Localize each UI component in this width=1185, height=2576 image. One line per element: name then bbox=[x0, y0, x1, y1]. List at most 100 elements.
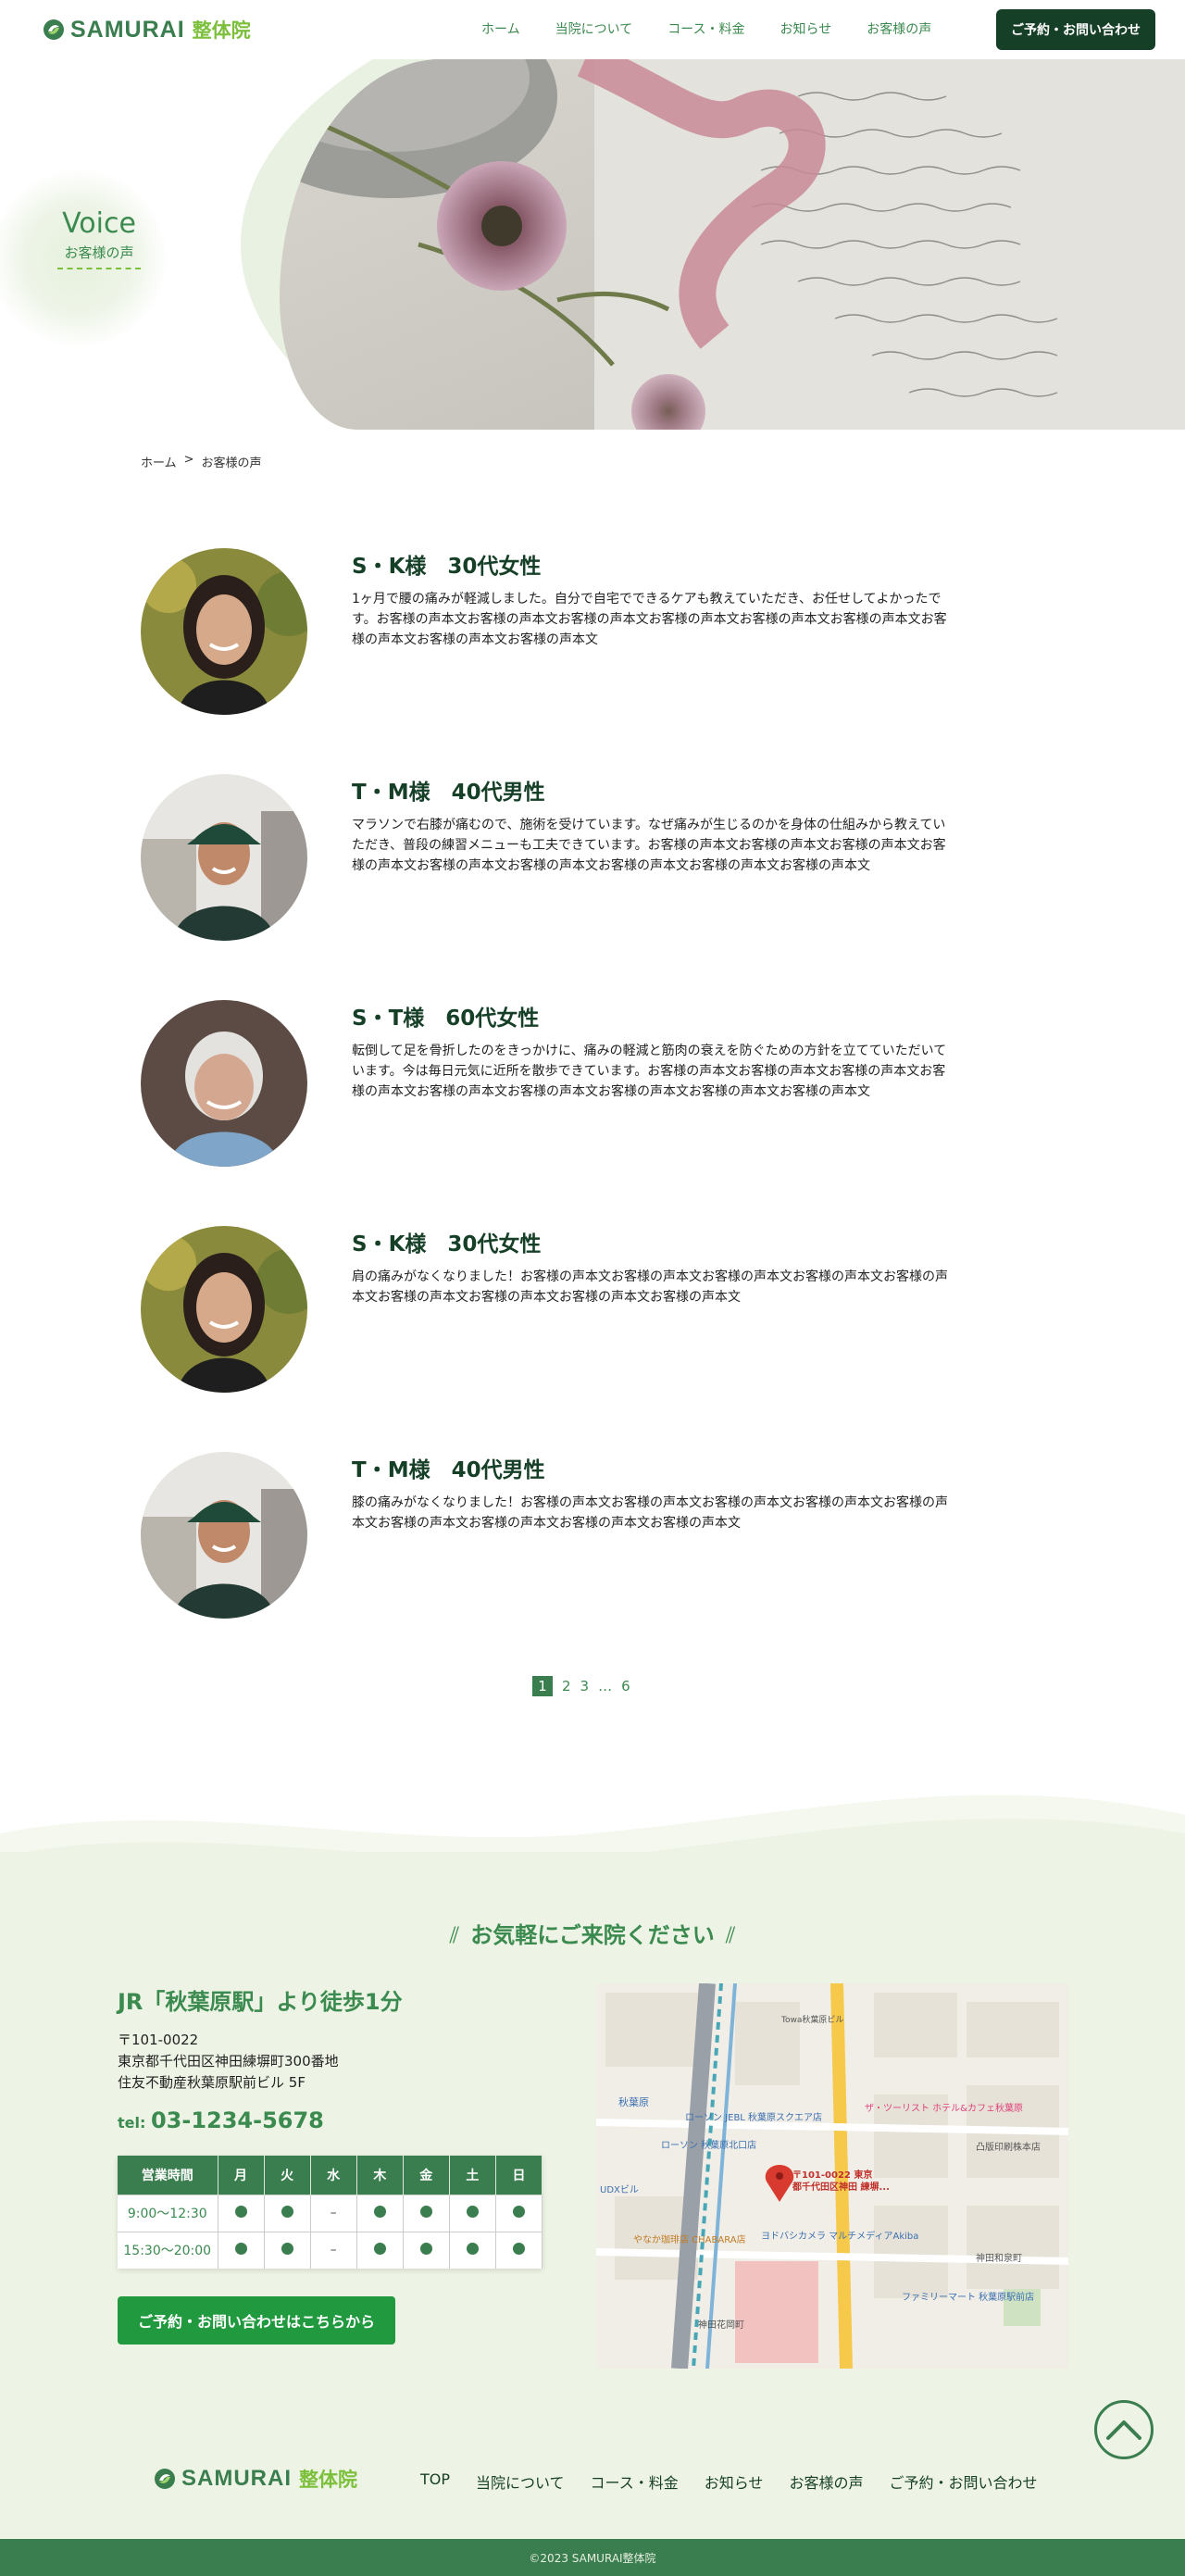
day-header: 水 bbox=[310, 2156, 357, 2195]
main-nav: ホーム 当院について コース・料金 お知らせ お客様の声 bbox=[481, 19, 967, 41]
page-link-last[interactable]: 6 bbox=[621, 1678, 630, 1694]
breadcrumb-current: お客様の声 bbox=[201, 456, 262, 470]
contact-title: お気軽にご来院ください bbox=[470, 1922, 715, 1948]
phone[interactable]: tel: 03-1234-5678 bbox=[118, 2107, 324, 2133]
hours-row: 15:30〜20:00 – bbox=[118, 2231, 543, 2269]
voice-text: 1ヶ月で腰の痛みが軽減しました。自分で自宅でできるケアも教えていただき、お任せし… bbox=[352, 592, 947, 647]
voice-text: 転倒して足を骨折したのをきっかけに、痛みの軽減と筋肉の衰えを防ぐための方針を立て… bbox=[352, 1044, 947, 1099]
map-label: ヨドバシカメラ マルチメディアAkiba bbox=[761, 2230, 918, 2242]
voice-text: 膝の痛みがなくなりました！お客様の声本文お客様の声本文お客様の声本文お客様の声本… bbox=[352, 1495, 948, 1531]
page-top-button[interactable] bbox=[1094, 2400, 1154, 2459]
map-label: ローソン 秋葉原北口店 bbox=[661, 2139, 756, 2151]
samurai-logo-icon bbox=[44, 19, 64, 40]
chevron-up-icon bbox=[1106, 2420, 1141, 2440]
slash-deco-icon: ⫽ bbox=[725, 1922, 736, 1948]
day-header: 月 bbox=[218, 2156, 265, 2195]
hours-header-row: 営業時間 月 火 水 木 金 土 日 bbox=[118, 2156, 543, 2195]
access-map[interactable]: 秋葉原 ローソン JEBL 秋葉原スクエア店 ローソン 秋葉原北口店 ザ・ツーリ… bbox=[596, 1983, 1068, 2369]
footer-nav-top[interactable]: TOP bbox=[420, 2470, 450, 2493]
reserve-button[interactable]: ご予約・お問い合わせ bbox=[996, 9, 1155, 50]
nav-about[interactable]: 当院について bbox=[555, 19, 633, 41]
page-link[interactable]: 2 bbox=[562, 1678, 571, 1694]
contact-button[interactable]: ご予約・お問い合わせはこちらから bbox=[118, 2296, 395, 2345]
logo-text: SAMURAI bbox=[181, 2466, 292, 2491]
customer-photo bbox=[141, 1226, 307, 1393]
day-header: 木 bbox=[356, 2156, 404, 2195]
voice-item: S・K様 30代女性 肩の痛みがなくなりました！お客様の声本文お客様の声本文お客… bbox=[141, 1226, 974, 1393]
time-slot: 9:00〜12:30 bbox=[118, 2194, 218, 2232]
tel-number[interactable]: 03-1234-5678 bbox=[151, 2107, 324, 2133]
voice-item: T・M様 40代男性 膝の痛みがなくなりました！お客様の声本文お客様の声本文お客… bbox=[141, 1452, 974, 1619]
address: 〒101-0022 東京都千代田区神田練塀町300番地 住友不動産秋葉原駅前ビル… bbox=[118, 2030, 339, 2094]
hours-row: 9:00〜12:30 – bbox=[118, 2194, 543, 2232]
breadcrumb: ホーム > お客様の声 bbox=[141, 453, 262, 470]
time-slot: 15:30〜20:00 bbox=[118, 2231, 218, 2269]
voice-item: S・K様 30代女性 1ヶ月で腰の痛みが軽減しました。自分で自宅でできるケアも教… bbox=[141, 548, 974, 715]
map-pin-label: 都千代田区神田 練塀... bbox=[792, 2181, 890, 2193]
site-logo[interactable]: SAMURAI 整体院 bbox=[43, 17, 251, 43]
day-header: 火 bbox=[264, 2156, 311, 2195]
day-header: 金 bbox=[403, 2156, 450, 2195]
voice-item: T・M様 40代男性 マラソンで右膝が痛むので、施術を受けています。なぜ痛みが生… bbox=[141, 774, 974, 941]
open-mark-icon bbox=[512, 2205, 525, 2218]
day-header: 土 bbox=[449, 2156, 496, 2195]
map-label: ファミリーマート 秋葉原駅前店 bbox=[902, 2291, 1034, 2303]
page-heading: Voice お客様の声 bbox=[57, 207, 141, 269]
open-mark-icon bbox=[373, 2242, 386, 2255]
map-pin-label: 〒101-0022 東京 bbox=[792, 2169, 872, 2181]
footer-nav-voice[interactable]: お客様の声 bbox=[789, 2470, 863, 2493]
footer-logo[interactable]: SAMURAI 整体院 bbox=[154, 2465, 357, 2493]
contact-heading: ⫽ お気軽にご来院ください ⫽ bbox=[0, 1917, 1185, 1949]
nav-news[interactable]: お知らせ bbox=[780, 19, 832, 41]
footer-nav-about[interactable]: 当院について bbox=[476, 2470, 565, 2493]
breadcrumb-separator: > bbox=[183, 453, 194, 467]
map-canvas: 秋葉原 ローソン JEBL 秋葉原スクエア店 ローソン 秋葉原北口店 ザ・ツーリ… bbox=[596, 1983, 1068, 2369]
footer-nav-course[interactable]: コース・料金 bbox=[591, 2470, 679, 2493]
hero-image bbox=[280, 59, 1185, 430]
map-label: やなか珈琲店 CHABARA店 bbox=[633, 2233, 746, 2245]
open-mark-icon bbox=[466, 2242, 479, 2255]
customer-photo bbox=[141, 548, 307, 715]
voice-name: S・K様 30代女性 bbox=[352, 1232, 542, 1257]
day-header: 日 bbox=[495, 2156, 543, 2195]
letter-flower-photo bbox=[280, 59, 1185, 430]
voice-item: S・T様 60代女性 転倒して足を骨折したのをきっかけに、痛みの軽減と筋肉の衰え… bbox=[141, 1000, 974, 1167]
map-label: 神田花岡町 bbox=[698, 2319, 744, 2331]
breadcrumb-home[interactable]: ホーム bbox=[141, 453, 177, 470]
open-mark-icon bbox=[419, 2242, 432, 2255]
samurai-logo-icon bbox=[155, 2469, 175, 2489]
customer-photo bbox=[141, 774, 307, 941]
map-label: UDXビル bbox=[600, 2184, 639, 2195]
voice-name: S・K様 30代女性 bbox=[352, 555, 542, 579]
voice-text: マラソンで右膝が痛むので、施術を受けています。なぜ痛みが生じるのかを身体の仕組み… bbox=[352, 818, 946, 873]
business-hours-table: 営業時間 月 火 水 木 金 土 日 9:00〜12:30 – 15:30〜20… bbox=[118, 2156, 543, 2269]
open-mark-icon bbox=[281, 2205, 293, 2218]
open-mark-icon bbox=[419, 2205, 432, 2218]
map-label: 秋葉原 bbox=[618, 2095, 649, 2108]
nav-voice[interactable]: お客様の声 bbox=[867, 19, 931, 41]
footer-nav-contact[interactable]: ご予約・お問い合わせ bbox=[889, 2470, 1037, 2493]
footer-nav-news[interactable]: お知らせ bbox=[705, 2470, 764, 2493]
footer-nav: TOP 当院について コース・料金 お知らせ お客様の声 ご予約・お問い合わせ bbox=[420, 2470, 1063, 2493]
nav-home[interactable]: ホーム bbox=[481, 19, 520, 41]
page-title-en: Voice bbox=[62, 207, 136, 240]
nav-course[interactable]: コース・料金 bbox=[667, 19, 744, 41]
pagination: 1 2 3 … 6 bbox=[532, 1676, 630, 1696]
access-info: JR「秋葉原駅」より徒歩1分 bbox=[118, 1989, 403, 2015]
voice-text: 肩の痛みがなくなりました！お客様の声本文お客様の声本文お客様の声本文お客様の声本… bbox=[352, 1269, 948, 1305]
hero: Voice お客様の声 bbox=[0, 59, 1185, 430]
closed-mark: – bbox=[330, 2206, 337, 2220]
open-mark-icon bbox=[234, 2242, 247, 2255]
avatar bbox=[141, 1452, 307, 1619]
map-label: ザ・ツーリスト ホテル&カフェ秋葉原 bbox=[865, 2102, 1023, 2114]
postal-code: 〒101-0022 bbox=[118, 2032, 199, 2048]
page-link[interactable]: 3 bbox=[580, 1678, 590, 1694]
slash-deco-icon: ⫽ bbox=[449, 1922, 460, 1948]
address-line-2: 住友不動産秋葉原駅前ビル 5F bbox=[118, 2074, 306, 2091]
logo-subtext: 整体院 bbox=[299, 2469, 357, 2491]
tel-label: tel: bbox=[118, 2114, 146, 2132]
customer-photo bbox=[141, 1452, 307, 1619]
open-mark-icon bbox=[512, 2242, 525, 2255]
avatar bbox=[141, 774, 307, 941]
logo-text: SAMURAI bbox=[70, 16, 185, 43]
